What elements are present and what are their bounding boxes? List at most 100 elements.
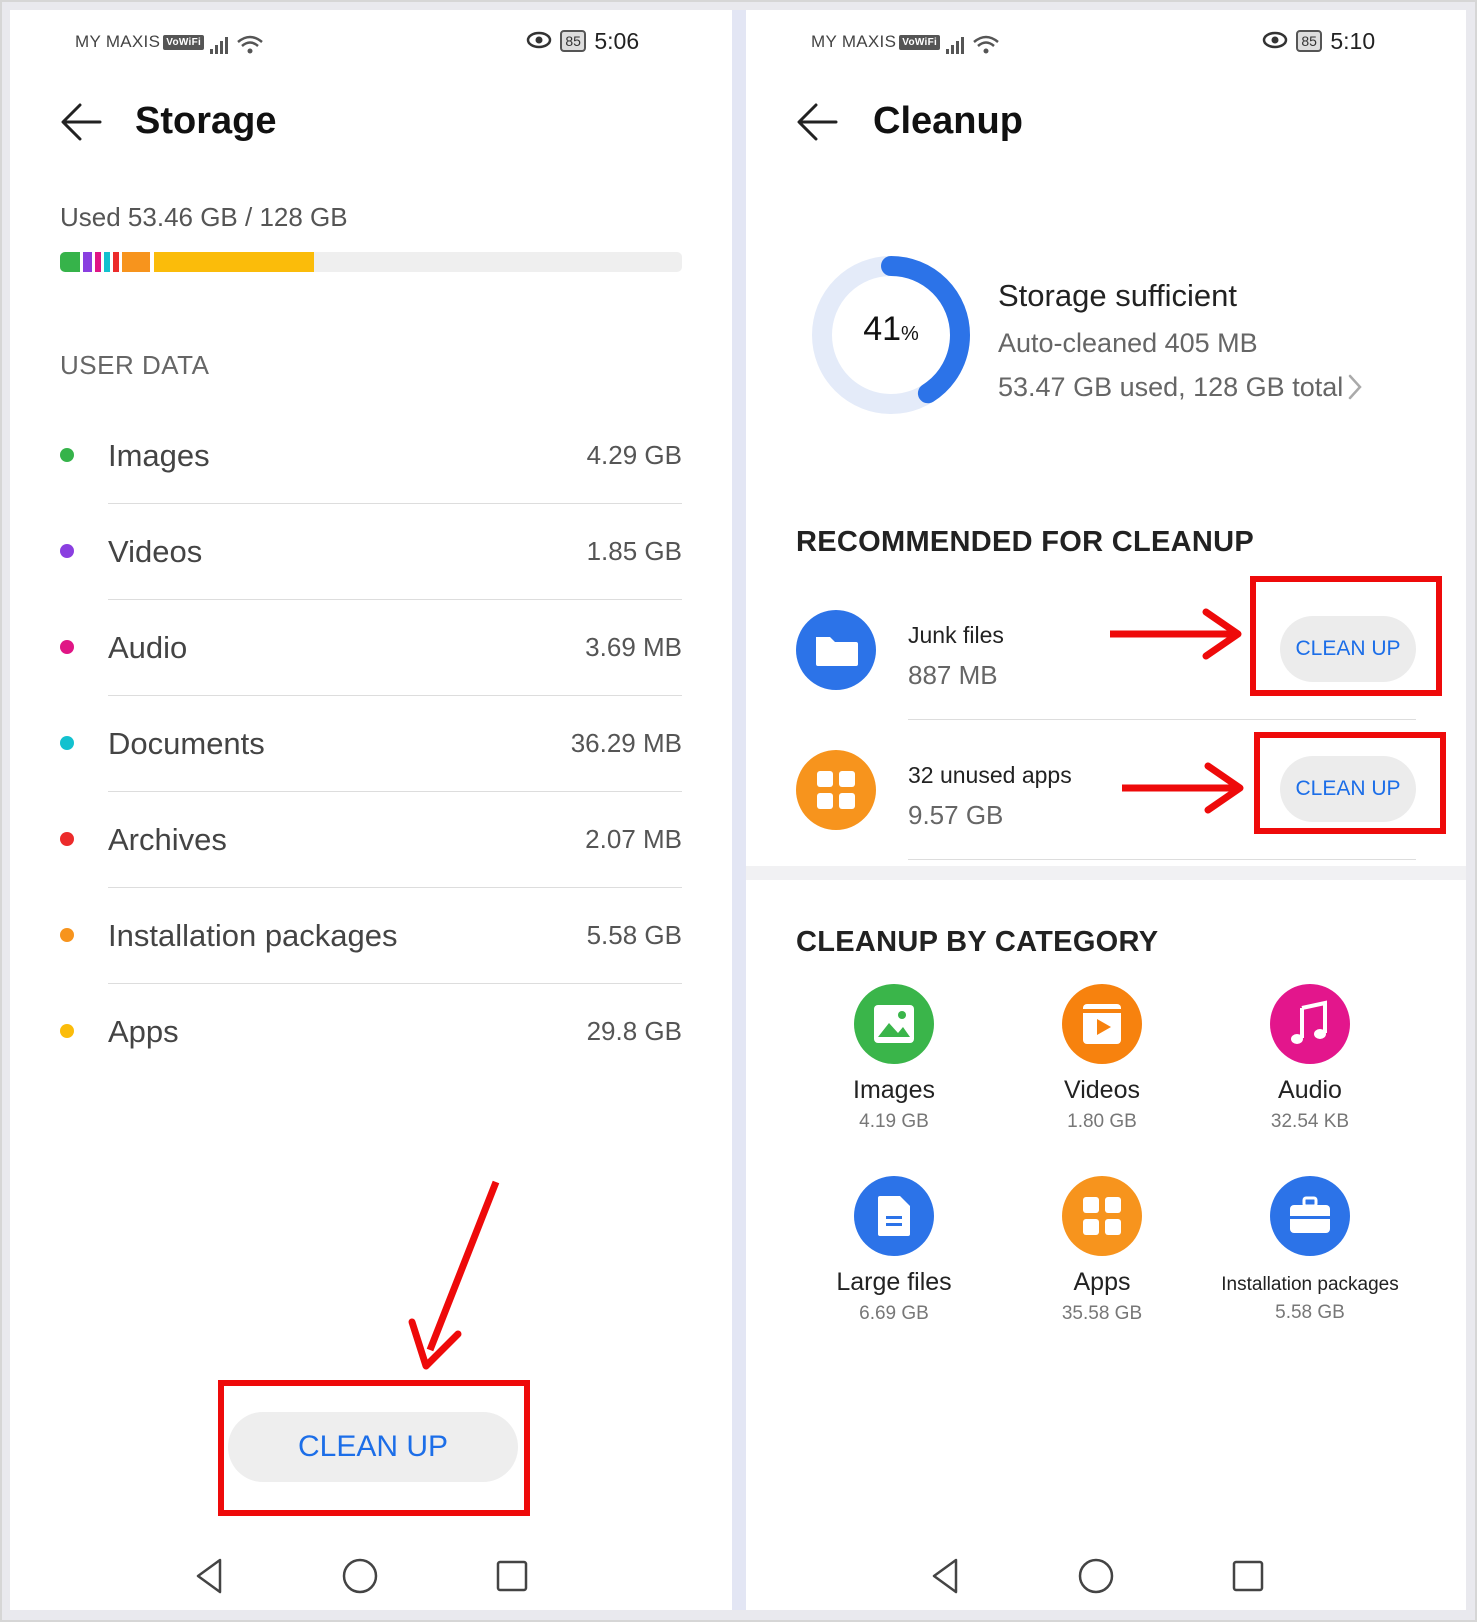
category-tile-audio[interactable]: Audio 32.54 KB xyxy=(1200,984,1420,1133)
category-row-videos[interactable]: Videos 1.85 GB xyxy=(60,504,682,600)
carrier-label: MY MAXIS VoWiFi xyxy=(75,32,205,52)
used-storage-label: Used 53.46 GB / 128 GB xyxy=(60,202,348,232)
percent-sign: % xyxy=(901,323,919,345)
category-name: Archives xyxy=(108,822,227,857)
highlight-box-left-cleanup xyxy=(218,1380,530,1516)
category-tile-images[interactable]: Images 4.19 GB xyxy=(784,984,1004,1133)
music-note-icon xyxy=(1270,984,1350,1064)
color-dot xyxy=(60,640,74,654)
status-right: 85 5:10 xyxy=(1262,28,1375,55)
row-divider xyxy=(908,859,1416,860)
category-name: Apps xyxy=(1073,1268,1131,1296)
recommended-name: 32 unused apps xyxy=(908,762,1072,788)
signal-wifi-icon xyxy=(946,35,999,54)
page-title: Storage xyxy=(135,100,277,142)
eye-icon xyxy=(1262,31,1288,49)
clock: 5:06 xyxy=(594,28,640,54)
color-dot xyxy=(60,832,74,846)
header: Storage xyxy=(10,90,732,160)
category-tile-apps[interactable]: Apps 35.58 GB xyxy=(992,1176,1212,1325)
category-size: 35.58 GB xyxy=(1061,1303,1143,1324)
category-row-audio[interactable]: Audio 3.69 MB xyxy=(60,600,682,696)
category-tile-videos[interactable]: Videos 1.80 GB xyxy=(992,984,1212,1133)
category-name: Videos xyxy=(108,534,203,569)
section-title-recommended: RECOMMENDED FOR CLEANUP xyxy=(796,526,1255,558)
category-name: Audio xyxy=(108,630,188,665)
bar-segment-images xyxy=(60,252,80,272)
category-name: Images xyxy=(853,1076,935,1104)
vowifi-badge: VoWiFi xyxy=(899,35,941,50)
category-size: 5.58 GB xyxy=(1275,1302,1345,1323)
category-row-documents[interactable]: Documents 36.29 MB xyxy=(60,696,682,792)
carrier-label: MY MAXIS VoWiFi xyxy=(811,32,941,52)
nav-home-icon[interactable] xyxy=(338,1554,382,1598)
bar-segment-videos xyxy=(83,252,92,272)
page-title: Cleanup xyxy=(873,100,1023,142)
category-tile-large-files[interactable]: Large files 6.69 GB xyxy=(784,1176,1004,1325)
document-icon xyxy=(854,1176,934,1256)
auto-cleaned-label: Auto-cleaned 405 MB xyxy=(998,328,1258,358)
panel-divider xyxy=(732,10,746,1610)
nav-home-icon[interactable] xyxy=(1074,1554,1118,1598)
nav-recents-icon[interactable] xyxy=(1226,1554,1270,1598)
color-dot xyxy=(60,1024,74,1038)
category-size: 1.85 GB xyxy=(586,536,682,566)
section-divider xyxy=(746,866,1466,880)
category-name: Videos xyxy=(1064,1076,1140,1104)
category-row-apps[interactable]: Apps 29.8 GB xyxy=(60,984,682,1080)
percent-value: 41 xyxy=(863,310,902,348)
chevron-right-icon[interactable] xyxy=(1346,372,1364,402)
status-bar: MY MAXIS VoWiFi 85 5:06 xyxy=(10,22,732,62)
category-size: 1.80 GB xyxy=(1067,1111,1137,1132)
category-name: Images xyxy=(108,438,210,473)
used-total-link[interactable]: 53.47 GB used, 128 GB total xyxy=(998,372,1343,403)
eye-icon xyxy=(526,31,552,49)
storage-status-label: Storage sufficient xyxy=(998,278,1237,313)
section-title-category: CLEANUP BY CATEGORY xyxy=(796,926,1159,958)
category-size: 36.29 MB xyxy=(570,728,682,758)
category-row-archives[interactable]: Archives 2.07 MB xyxy=(60,792,682,888)
category-name: Large files xyxy=(836,1268,952,1296)
battery-indicator: 85 xyxy=(560,30,586,52)
nav-recents-icon[interactable] xyxy=(490,1554,534,1598)
usage-percent: 41% xyxy=(806,310,976,349)
clock: 5:10 xyxy=(1330,28,1376,54)
category-size: 4.19 GB xyxy=(859,1111,929,1132)
navigation-bar xyxy=(10,1540,732,1610)
apps-grid-icon xyxy=(1062,1176,1142,1256)
image-icon xyxy=(854,984,934,1064)
back-arrow-icon[interactable] xyxy=(58,98,106,146)
vowifi-badge: VoWiFi xyxy=(163,35,205,50)
category-size: 3.69 MB xyxy=(585,632,682,662)
recommended-name: Junk files xyxy=(908,622,1004,648)
category-tile-installation-packages[interactable]: Installation packages 5.58 GB xyxy=(1200,1176,1420,1324)
storage-screen: MY MAXIS VoWiFi 85 5:06 Storage Used 53.4… xyxy=(10,10,732,1610)
highlight-box-junk-cleanup xyxy=(1250,576,1442,696)
category-size: 5.58 GB xyxy=(586,920,682,950)
category-row-images[interactable]: Images 4.29 GB xyxy=(60,408,682,504)
section-label-user-data: USER DATA xyxy=(60,350,210,380)
status-right: 85 5:06 xyxy=(526,28,639,55)
nav-back-icon[interactable] xyxy=(924,1554,968,1598)
navigation-bar xyxy=(746,1540,1466,1610)
category-name: Audio xyxy=(1278,1076,1342,1104)
category-size: 29.8 GB xyxy=(586,1016,682,1046)
recommended-size: 9.57 GB xyxy=(908,800,1004,830)
category-row-installation-packages[interactable]: Installation packages 5.58 GB xyxy=(60,888,682,984)
header: Cleanup xyxy=(746,90,1466,160)
red-arrow-right-icon xyxy=(1110,608,1242,660)
apps-grid-icon xyxy=(796,750,876,830)
nav-back-icon[interactable] xyxy=(188,1554,232,1598)
color-dot xyxy=(60,736,74,750)
category-name: Installation packages xyxy=(108,918,398,953)
bar-segment-packages xyxy=(122,252,150,272)
category-name: Documents xyxy=(108,726,265,761)
back-arrow-icon[interactable] xyxy=(794,98,842,146)
red-arrow-down-icon xyxy=(408,1180,500,1370)
category-size: 32.54 KB xyxy=(1270,1111,1350,1132)
highlight-box-apps-cleanup xyxy=(1254,732,1446,834)
color-dot xyxy=(60,928,74,942)
recommended-size: 887 MB xyxy=(908,660,998,690)
battery-indicator: 85 xyxy=(1296,30,1322,52)
category-name: Installation packages xyxy=(1221,1274,1399,1295)
